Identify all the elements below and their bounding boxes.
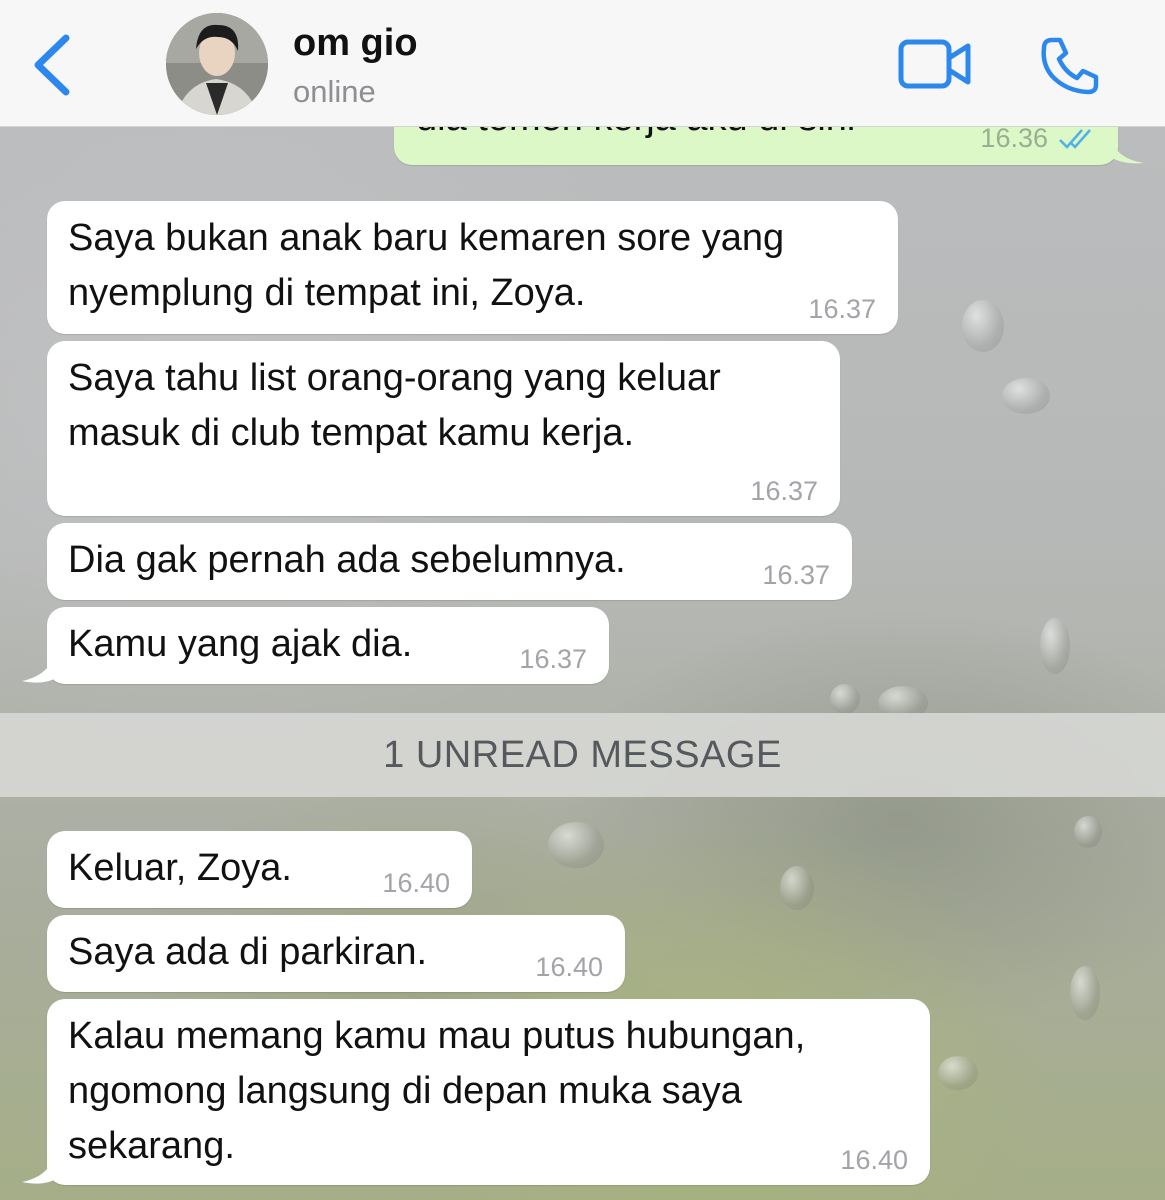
contact-name[interactable]: om gio — [293, 22, 418, 65]
message-bubble-incoming[interactable]: Saya ada di parkiran. 16.40 — [47, 915, 625, 992]
chevron-left-icon — [34, 34, 70, 96]
message-bubble-incoming[interactable]: Dia gak pernah ada sebelumnya. 16.37 — [47, 523, 852, 600]
message-time: 16.40 — [382, 868, 450, 898]
message-text: dia temen kerja aku di sini — [416, 127, 855, 146]
contact-photo — [166, 13, 268, 115]
message-bubble-incoming[interactable]: Kamu yang ajak dia. 16.37 — [47, 607, 609, 684]
message-time: 16.37 — [750, 476, 818, 506]
message-text: Dia gak pernah ada sebelumnya. — [68, 539, 626, 581]
message-text: Saya tahu list orang-orang yang keluar m… — [68, 357, 721, 454]
bubble-tail — [1110, 137, 1144, 164]
message-time: 16.37 — [519, 644, 587, 674]
chat-header: om gio online — [0, 0, 1165, 127]
message-time: 16.36 — [980, 127, 1048, 153]
double-check-icon — [1059, 129, 1091, 149]
back-button[interactable] — [30, 32, 80, 98]
message-bubble-incoming[interactable]: Saya bukan anak baru kemaren sore yang n… — [47, 201, 898, 334]
bubble-tail — [22, 1154, 54, 1184]
message-bubble-incoming[interactable]: Keluar, Zoya. 16.40 — [47, 831, 472, 908]
phone-icon — [1041, 37, 1099, 95]
avatar[interactable] — [166, 13, 268, 115]
message-text: Keluar, Zoya. — [68, 847, 292, 889]
contact-status: online — [293, 74, 376, 109]
message-text: Saya ada di parkiran. — [68, 931, 428, 973]
message-bubble-incoming[interactable]: Saya tahu list orang-orang yang keluar m… — [47, 341, 840, 516]
message-bubble-incoming[interactable]: Kalau memang kamu mau putus hubungan, ng… — [47, 999, 930, 1185]
message-text: Kalau memang kamu mau putus hubungan, ng… — [68, 1015, 806, 1167]
message-text: Saya bukan anak baru kemaren sore yang n… — [68, 217, 785, 314]
message-bubble-outgoing[interactable]: dia temen kerja aku di sini 16.36 — [394, 127, 1118, 165]
message-time: 16.40 — [535, 952, 603, 982]
video-call-button[interactable] — [897, 36, 973, 92]
message-list[interactable]: dia temen kerja aku di sini 16.36 Saya b… — [0, 127, 1165, 1200]
video-camera-icon — [898, 39, 971, 89]
message-time: 16.40 — [840, 1145, 908, 1175]
unread-messages-banner: 1 UNREAD MESSAGE — [0, 713, 1165, 797]
message-text: Kamu yang ajak dia. — [68, 623, 413, 665]
voice-call-button[interactable] — [1038, 34, 1102, 96]
message-time: 16.37 — [808, 294, 876, 324]
message-time: 16.37 — [762, 560, 830, 590]
bubble-tail — [22, 653, 54, 683]
